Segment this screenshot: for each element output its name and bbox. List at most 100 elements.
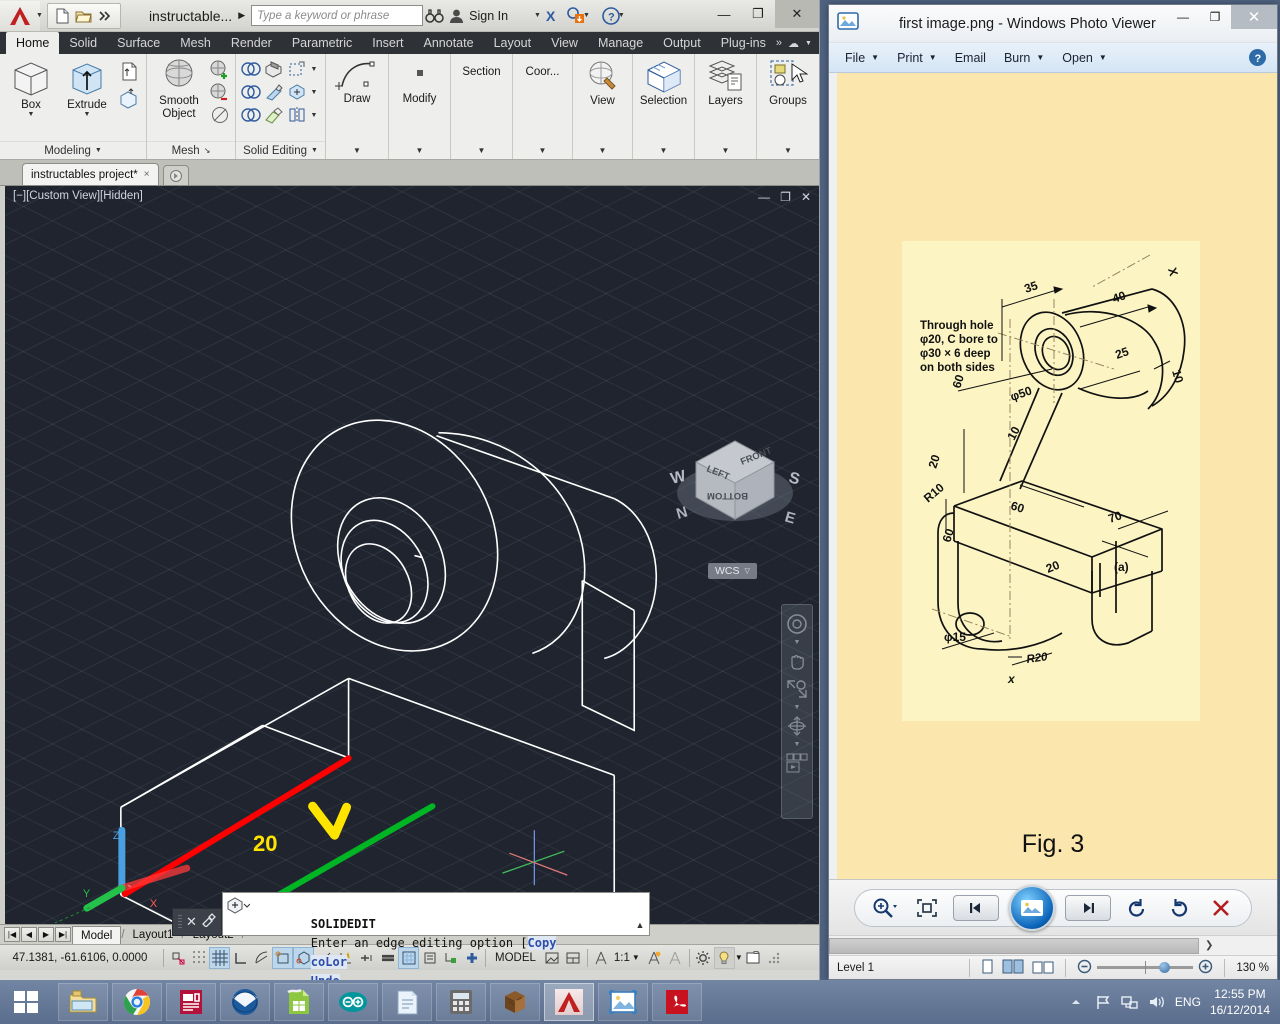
ribbon-overflow-icon[interactable]: » (776, 37, 782, 49)
first-layout-icon[interactable]: |◀ (4, 927, 20, 942)
play-slideshow-button[interactable] (1009, 884, 1055, 931)
taskbar-calculator[interactable] (436, 983, 486, 1021)
taper-faces-icon[interactable] (263, 81, 285, 103)
zoom-out-icon[interactable] (1077, 959, 1092, 977)
ribbon-tab-insert[interactable]: Insert (362, 32, 413, 54)
menu-print[interactable]: Print ▼ (889, 47, 945, 69)
fit-to-window-icon[interactable] (911, 894, 943, 922)
pan-hand-icon[interactable] (784, 648, 810, 674)
menu-open-caret-icon[interactable]: ▼ (1099, 53, 1107, 62)
zoom-slider[interactable] (1077, 959, 1213, 977)
two-page-view-icon[interactable] (1002, 959, 1024, 977)
panel-layers-caret-icon[interactable]: ▼ (695, 141, 756, 159)
layers-tool-button[interactable]: Layers (699, 58, 752, 107)
scroll-right-icon[interactable]: ❯ (1199, 940, 1219, 951)
zoom-extents-icon[interactable] (784, 676, 810, 702)
panel-solid-editing-caret-icon[interactable]: ▼ (311, 142, 318, 160)
draw-tool-button[interactable]: Draw (330, 58, 384, 105)
coordinates-tool-label[interactable]: Coor... (517, 58, 568, 78)
search-input[interactable]: Type a keyword or phrase (251, 5, 424, 26)
status-bar-grip-icon[interactable] (764, 947, 785, 969)
ribbon-tab-solid[interactable]: Solid (59, 32, 107, 54)
single-page-view-icon[interactable] (981, 959, 994, 977)
smooth-more-icon[interactable] (209, 58, 231, 80)
taskbar-thunderbird[interactable] (220, 983, 270, 1021)
view-cube[interactable]: W S N E LEFT FRONT BOTTOM (660, 431, 810, 546)
orbit-icon[interactable] (784, 713, 810, 739)
panel-coordinates-caret-icon[interactable]: ▼ (513, 141, 572, 159)
union-icon[interactable] (240, 58, 262, 80)
taskbar-minecraft[interactable] (490, 983, 540, 1021)
taskbar-excel-green-app[interactable] (274, 983, 324, 1021)
a360-caret-icon[interactable]: ▼ (583, 12, 590, 19)
extrude-faces-icon[interactable] (263, 58, 285, 80)
taskbar-notepad[interactable] (382, 983, 432, 1021)
clean-icon[interactable] (263, 104, 285, 126)
command-prompt-text[interactable]: SOLIDEDIT Enter an edge editing option [… (253, 893, 631, 980)
panel-modeling-caret-icon[interactable]: ▼ (95, 142, 102, 160)
panel-groups-caret-icon[interactable]: ▼ (757, 141, 819, 159)
zoom-caret-icon[interactable]: ▼ (794, 704, 801, 711)
panel-mesh-expand-icon[interactable]: ↘ (204, 142, 211, 160)
ribbon-tab-plugins[interactable]: Plug-ins (711, 32, 776, 54)
photo-viewer-close-button[interactable]: ✕ (1231, 5, 1277, 29)
maximize-button[interactable]: ❐ (741, 0, 775, 28)
photo-viewer-horizontal-scrollbar[interactable]: ❯ (829, 935, 1277, 955)
user-account-icon[interactable] (445, 5, 467, 27)
ribbon-tab-render[interactable]: Render (221, 32, 282, 54)
close-button[interactable]: ✕ (775, 0, 819, 28)
panel-section-caret-icon[interactable]: ▼ (451, 141, 512, 159)
ribbon-tab-parametric[interactable]: Parametric (282, 32, 362, 54)
layout-tab-model[interactable]: Model (72, 925, 122, 944)
copy-faces-icon[interactable] (286, 81, 308, 103)
quick-access-more-icon[interactable] (96, 7, 114, 25)
quick-access-caret-icon[interactable]: ▼ (36, 12, 43, 19)
annotation-scale-caret-icon[interactable]: ▼ (632, 953, 640, 962)
workspace-gear-icon[interactable] (693, 947, 714, 969)
hardware-accel-caret-icon[interactable]: ▼ (735, 953, 743, 962)
solid-editing-row3-caret-icon[interactable]: ▼ (309, 112, 319, 119)
drawing-viewport[interactable]: [−][Custom View][Hidden] — ❐ ✕ Z Y X 20 … (0, 186, 819, 924)
annotation-visibility-icon[interactable] (644, 947, 665, 969)
annotation-scale-icon[interactable] (591, 947, 612, 969)
auto-scale-icon[interactable] (665, 947, 686, 969)
ribbon-tab-output[interactable]: Output (653, 32, 711, 54)
extrude-dropdown-icon[interactable]: ▼ (84, 111, 91, 118)
solid-history-icon[interactable] (116, 85, 142, 111)
delete-icon[interactable] (1205, 894, 1237, 922)
panel-modify-caret-icon[interactable]: ▼ (389, 141, 450, 159)
signin-caret-icon[interactable]: ▼ (534, 12, 541, 19)
taskbar-adobe-reader[interactable] (652, 983, 702, 1021)
command-icon[interactable] (223, 893, 253, 935)
showmotion-icon[interactable] (784, 750, 810, 776)
menu-file[interactable]: File ▼ (837, 47, 887, 69)
command-history-expand-icon[interactable]: ▲ (631, 893, 649, 935)
sign-in-label[interactable]: Sign In (469, 9, 508, 23)
presspull-icon[interactable] (116, 58, 142, 84)
extrude-tool-button[interactable]: Extrude ▼ (60, 58, 114, 118)
ortho-mode-icon[interactable] (230, 947, 251, 969)
ucs-selector-caret-icon[interactable]: ▽ (745, 567, 750, 575)
exchange-app-icon[interactable]: X (543, 5, 565, 27)
ribbon-tab-view[interactable]: View (541, 32, 588, 54)
taskbar-file-explorer[interactable] (58, 983, 108, 1021)
new-drawing-tab-icon[interactable] (162, 165, 189, 185)
separate-icon[interactable] (286, 104, 308, 126)
start-button[interactable] (2, 982, 50, 1022)
previous-image-button[interactable] (953, 894, 999, 921)
rotate-ccw-icon[interactable] (1121, 894, 1153, 922)
menu-print-caret-icon[interactable]: ▼ (929, 53, 937, 62)
network-icon[interactable] (1121, 993, 1139, 1011)
photo-viewer-image-area[interactable]: Through hole φ20, C bore to φ30 × 6 deep… (829, 73, 1277, 879)
taskbar-news-reader[interactable] (166, 983, 216, 1021)
panel-view-caret-icon[interactable]: ▼ (573, 141, 632, 159)
section-tool-label[interactable]: Section (455, 58, 508, 78)
orbit-caret-icon[interactable]: ▼ (794, 741, 801, 748)
snap-mode-icon[interactable] (188, 947, 209, 969)
zoom-slider-thumb[interactable] (1159, 962, 1171, 973)
refine-mesh-icon[interactable] (209, 104, 231, 126)
selection-tool-button[interactable]: Selection (637, 58, 690, 107)
layout-tiles-icon[interactable] (563, 947, 584, 969)
taskbar-photo-viewer[interactable] (598, 983, 648, 1021)
steering-wheel-caret-icon[interactable]: ▼ (794, 639, 801, 646)
